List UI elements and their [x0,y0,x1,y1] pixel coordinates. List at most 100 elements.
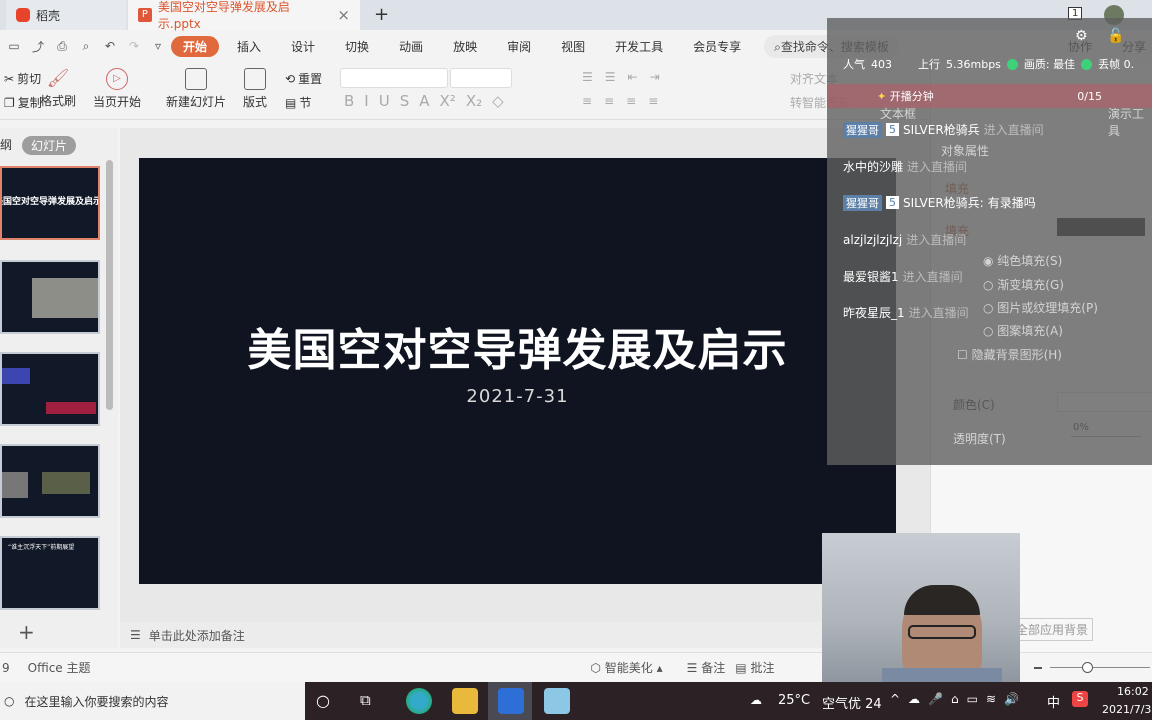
scissors-icon: ✂ [4,71,15,86]
bold-icon[interactable]: B [344,92,354,110]
notes-placeholder: 单击此处添加备注 [148,628,245,643]
tab-developer[interactable]: 开发工具 [603,36,675,57]
font-family-select[interactable] [340,68,448,88]
slide-canvas[interactable]: 美国空对空导弹发展及启示 2021-7-31 [139,158,896,584]
customize-icon[interactable]: ▿ [148,39,168,53]
ime-indicator[interactable]: 中 [1047,692,1060,711]
italic-icon[interactable]: I [364,92,368,110]
format-painter-button[interactable]: 🖌 格式刷 [40,68,76,109]
beautify-button[interactable]: ⬡ 智能美化 ▴ [590,659,662,676]
strikethrough-icon[interactable]: S [400,92,410,110]
tab-view[interactable]: 视图 [549,36,597,57]
notes-toggle[interactable]: ☰ 备注 [687,659,726,676]
new-slide-button[interactable]: 新建幻灯片 [166,68,226,110]
save-icon[interactable]: ▭ [4,39,24,53]
outline-tab[interactable]: 纲 [0,136,12,153]
superscript-icon[interactable]: X² [440,92,456,110]
slide-date[interactable]: 2021-7-31 [139,386,896,407]
slides-tab[interactable]: 幻灯片 [22,136,77,155]
align-left-icon[interactable]: ≡ [582,94,592,108]
underline-icon[interactable]: U [379,92,390,110]
settings-icon[interactable]: ⚙ [1075,28,1088,44]
textbox-button[interactable]: 文本框 [880,105,916,122]
bullets-icon[interactable]: ☰ [582,70,593,84]
tab-slideshow[interactable]: 放映 [441,36,489,57]
slide-title[interactable]: 美国空对空导弹发展及启示 [139,314,896,378]
search-placeholder: 在这里输入你要搜索的内容 [24,694,169,709]
tab-animation[interactable]: 动画 [387,36,435,57]
task-view-icon[interactable]: ⧉ [360,691,371,709]
picture-fill-radio[interactable]: ○ 图片或纹理填充(P) [983,299,1098,316]
clock-time[interactable]: 16:02 [1117,685,1149,698]
cortana-icon[interactable]: ○ [316,691,330,710]
slide-thumbnail-3[interactable] [0,352,100,426]
tab-transition[interactable]: 切换 [333,36,381,57]
solid-fill-radio[interactable]: ◉ 纯色填充(S) [983,252,1062,269]
outdent-icon[interactable]: ⇥ [650,70,660,84]
slide-thumbnail-1[interactable]: 美国空对空导弹发展及启示 [0,166,100,240]
align-right-icon[interactable]: ≡ [626,94,636,108]
font-color-icon[interactable]: A [419,92,429,110]
justify-icon[interactable]: ≡ [648,94,658,108]
slide-thumbnail-4[interactable] [0,444,100,518]
zoom-slider-thumb[interactable] [1082,662,1093,673]
clock-date[interactable]: 2021/7/3 [1102,703,1151,716]
windows-taskbar: ○ 在这里输入你要搜索的内容 ○ ⧉ ☁ 25°C 空气优 24 ^☁🎤⌂▭≋🔊 … [0,682,1152,720]
sogou-icon[interactable]: S [1072,691,1088,707]
gradient-fill-radio[interactable]: ○ 渐变填充(G) [983,276,1064,293]
close-tab-icon[interactable]: × [337,6,350,24]
label: 备注 [701,661,726,675]
edge-icon[interactable] [406,688,432,714]
add-slide-button[interactable]: + [18,620,35,644]
redo-icon[interactable]: ↷ [124,39,144,53]
numbering-icon[interactable]: ☰ [605,70,616,84]
air-quality[interactable]: 空气优 24 [822,693,882,712]
comments-button[interactable]: ▤ 批注 [735,659,774,676]
tab-document[interactable]: P 美国空对空导弹发展及启示.pptx × [128,0,360,31]
play-from-current-button[interactable]: ▷ 当页开始 [93,68,141,110]
tab-insert[interactable]: 插入 [225,36,273,57]
font-size-select[interactable] [450,68,512,88]
subscript-icon[interactable]: X₂ [466,92,482,110]
indent-icon[interactable]: ⇤ [628,70,638,84]
tab-design[interactable]: 设计 [279,36,327,57]
unlock-icon[interactable]: 🔓 [1107,28,1124,44]
align-center-icon[interactable]: ≡ [604,94,614,108]
section-button[interactable]: ▤ 节 [285,94,311,111]
slide-thumbnail-5[interactable]: “谁主沉浮天下”前期展望 [0,536,100,610]
reset-button[interactable]: ⟲ 重置 [285,70,322,87]
notes-bar[interactable]: ☰ 单击此处添加备注 [120,622,930,648]
print-icon[interactable]: ⎙ [52,39,72,54]
fan-level: 5 [886,123,899,136]
taskbar-search[interactable]: ○ 在这里输入你要搜索的内容 [0,682,305,720]
chat-text: 进入直播间 [906,233,967,247]
label: 节 [299,96,312,110]
slide-thumbnail-2[interactable] [0,260,100,334]
temperature[interactable]: 25°C [778,693,810,708]
tray-icons[interactable]: ^☁🎤⌂▭≋🔊 [890,692,1027,706]
app-icon[interactable] [544,688,570,714]
thumb-image [2,472,28,498]
preview-icon[interactable]: ⌕ [76,39,96,54]
zoom-out-button[interactable] [1034,667,1042,669]
apply-all-bg-button[interactable]: 全部应用背景 [1011,618,1094,641]
pattern-fill-radio[interactable]: ○ 图案填充(A) [983,322,1063,339]
copy-button[interactable]: ❐ 复制 [4,94,42,111]
wps-icon[interactable] [498,688,524,714]
new-tab-button[interactable]: + [374,4,389,25]
export-icon[interactable]: ⤴ [28,38,48,55]
file-explorer-icon[interactable] [452,688,478,714]
presentation-tools-button[interactable]: 演示工具 [1108,105,1152,139]
cut-button[interactable]: ✂ 剪切 [4,70,41,87]
tab-start[interactable]: 开始 [171,35,220,57]
thumbnail-scrollbar[interactable] [106,160,113,410]
tab-daoke[interactable]: 稻壳 [6,0,126,30]
zoom-slider[interactable] [1050,667,1150,668]
clear-format-icon[interactable]: ◇ [492,92,504,110]
hide-bg-checkbox[interactable]: ☐ 隐藏背景图形(H) [957,346,1062,363]
tab-member[interactable]: 会员专享 [681,36,753,57]
undo-icon[interactable]: ↶ [100,39,120,53]
tab-review[interactable]: 审阅 [495,36,543,57]
pane-title: 对象属性 [941,144,990,158]
layout-button[interactable]: 版式 [243,68,267,110]
